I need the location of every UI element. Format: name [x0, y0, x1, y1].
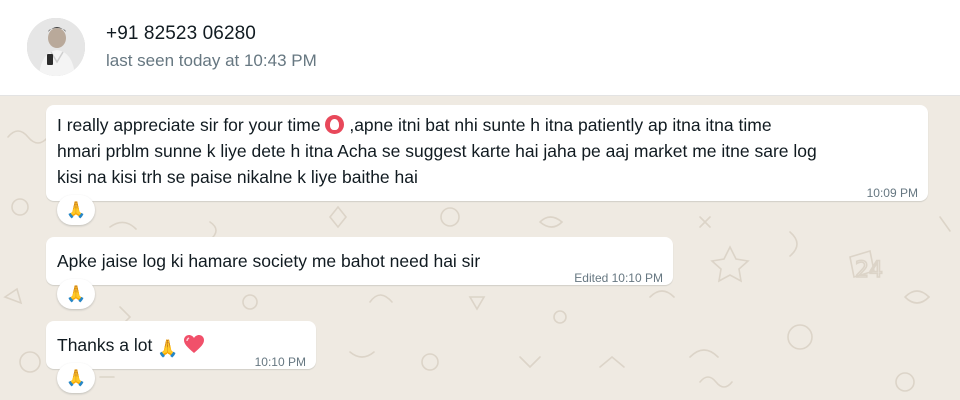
praying-hands-icon: 🙏 [66, 370, 86, 387]
message-text: I really appreciate sir for your time ,a… [57, 112, 817, 190]
message-timestamp: 10:09 PM [866, 186, 918, 200]
reaction-badge[interactable]: 🙏 [57, 363, 95, 393]
message-text-content: Thanks a lot [57, 335, 153, 355]
message-bubble[interactable]: I really appreciate sir for your time ,a… [46, 105, 928, 201]
message-text-part2: ,apne itni bat nhi sunte h itna patientl… [349, 115, 772, 135]
red-emoji-icon [325, 115, 345, 134]
message-text-part1: I really appreciate sir for your time [57, 115, 321, 135]
person-photo-icon [27, 18, 85, 76]
praying-hands-icon: 🙏 [66, 286, 86, 303]
message-text-line3: kisi na kisi trh se paise nikalne k liye… [57, 167, 418, 187]
praying-hands-icon: 🙏 [66, 202, 86, 219]
message-text: Thanks a lot 🙏 [57, 332, 205, 362]
chat-header: +91 82523 06280 last seen today at 10:43… [0, 0, 960, 96]
message-text-line2: hmari prblm sunne k liye dete h itna Ach… [57, 141, 817, 161]
avatar[interactable] [27, 18, 85, 76]
sparkling-heart-icon [184, 335, 205, 353]
message-bubble[interactable]: Apke jaise log ki hamare society me baho… [46, 237, 673, 285]
last-seen-status: last seen today at 10:43 PM [106, 51, 317, 70]
contact-name[interactable]: +91 82523 06280 [106, 23, 256, 45]
message-text: Apke jaise log ki hamare society me baho… [57, 251, 481, 271]
reaction-badge[interactable]: 🙏 [57, 279, 95, 309]
message-bubble[interactable]: Thanks a lot 🙏 10:10 PM [46, 321, 316, 369]
message-timestamp: Edited 10:10 PM [574, 271, 663, 285]
svg-text:24: 24 [855, 258, 883, 283]
reaction-badge[interactable]: 🙏 [57, 195, 95, 225]
praying-hands-icon: 🙏 [157, 339, 179, 358]
chat-area[interactable]: 24 I really appreciate sir for your time… [0, 97, 960, 400]
message-timestamp: 10:10 PM [254, 355, 306, 369]
